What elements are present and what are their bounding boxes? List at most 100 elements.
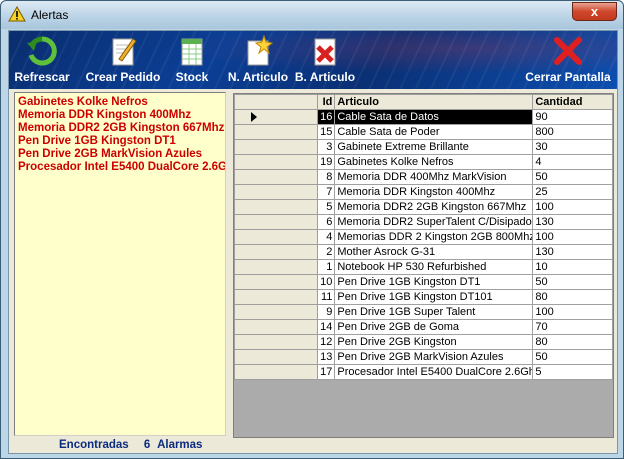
cell-articulo[interactable]: Pen Drive 2GB MarkVision Azules xyxy=(334,349,534,365)
cell-cantidad[interactable]: 70 xyxy=(532,319,613,335)
row-selector[interactable] xyxy=(234,109,319,125)
cell-id[interactable]: 13 xyxy=(317,349,336,365)
table-row[interactable]: 10 Pen Drive 1GB Kingston DT1 50 xyxy=(234,274,613,290)
table-row[interactable]: 3 Gabinete Extreme Brillante 30 xyxy=(234,139,613,155)
table-row[interactable]: 4 Memorias DDR 2 Kingston 2GB 800Mhz 100 xyxy=(234,229,613,245)
row-selector[interactable] xyxy=(234,319,319,335)
cell-articulo[interactable]: Mother Asrock G-31 xyxy=(334,244,534,260)
row-selector[interactable] xyxy=(234,139,319,155)
cell-cantidad[interactable]: 50 xyxy=(532,349,613,365)
cell-articulo[interactable]: Memoria DDR Kingston 400Mhz xyxy=(334,184,534,200)
table-row[interactable]: 13 Pen Drive 2GB MarkVision Azules 50 xyxy=(234,349,613,365)
cell-cantidad[interactable]: 100 xyxy=(532,229,613,245)
cell-cantidad[interactable]: 10 xyxy=(532,259,613,275)
cell-articulo[interactable]: Cable Sata de Datos xyxy=(334,109,534,125)
cell-articulo[interactable]: Pen Drive 2GB de Goma xyxy=(334,319,534,335)
cell-id[interactable]: 11 xyxy=(317,289,336,305)
row-selector[interactable] xyxy=(234,154,319,170)
cell-articulo[interactable]: Pen Drive 2GB Kingston xyxy=(334,334,534,350)
column-header-articulo[interactable]: Articulo xyxy=(334,94,534,110)
alert-item[interactable]: Pen Drive 1GB Kingston DT1 xyxy=(15,135,225,148)
cell-id[interactable]: 7 xyxy=(317,184,336,200)
alert-item[interactable]: Memoria DDR Kingston 400Mhz xyxy=(15,109,225,122)
refresh-button[interactable]: Refrescar xyxy=(11,33,73,87)
row-selector[interactable] xyxy=(234,244,319,260)
alert-item[interactable]: Memoria DDR2 2GB Kingston 667Mhz xyxy=(15,122,225,135)
delete-item-button[interactable]: B. Articulo xyxy=(293,33,357,87)
row-selector[interactable] xyxy=(234,274,319,290)
cell-articulo[interactable]: Pen Drive 1GB Kingston DT101 xyxy=(334,289,534,305)
cell-id[interactable]: 12 xyxy=(317,334,336,350)
cell-articulo[interactable]: Gabinetes Kolke Nefros xyxy=(334,154,534,170)
cell-id[interactable]: 9 xyxy=(317,304,336,320)
cell-cantidad[interactable]: 4 xyxy=(532,154,613,170)
table-row[interactable]: 17 Procesador Intel E5400 DualCore 2.6Ghz… xyxy=(234,364,613,380)
table-row[interactable]: 7 Memoria DDR Kingston 400Mhz 25 xyxy=(234,184,613,200)
cell-articulo[interactable]: Notebook HP 530 Refurbished xyxy=(334,259,534,275)
new-item-button[interactable]: N. Articulo xyxy=(225,33,291,87)
cell-id[interactable]: 4 xyxy=(317,229,336,245)
cell-articulo[interactable]: Memorias DDR 2 Kingston 2GB 800Mhz xyxy=(334,229,534,245)
table-row[interactable]: 2 Mother Asrock G-31 130 xyxy=(234,244,613,260)
cell-articulo[interactable]: Gabinete Extreme Brillante xyxy=(334,139,534,155)
stock-button[interactable]: Stock xyxy=(171,33,213,87)
cell-articulo[interactable]: Pen Drive 1GB Super Talent xyxy=(334,304,534,320)
row-selector[interactable] xyxy=(234,259,319,275)
cell-id[interactable]: 1 xyxy=(317,259,336,275)
cell-cantidad[interactable]: 50 xyxy=(532,274,613,290)
table-row[interactable]: 12 Pen Drive 2GB Kingston 80 xyxy=(234,334,613,350)
cell-cantidad[interactable]: 50 xyxy=(532,169,613,185)
cell-id[interactable]: 16 xyxy=(317,109,336,125)
row-selector[interactable] xyxy=(234,169,319,185)
cell-cantidad[interactable]: 30 xyxy=(532,139,613,155)
cell-id[interactable]: 10 xyxy=(317,274,336,290)
row-selector[interactable] xyxy=(234,334,319,350)
cell-cantidad[interactable]: 25 xyxy=(532,184,613,200)
row-selector[interactable] xyxy=(234,184,319,200)
close-screen-button[interactable]: Cerrar Pantalla xyxy=(523,33,613,87)
cell-id[interactable]: 3 xyxy=(317,139,336,155)
row-selector[interactable] xyxy=(234,289,319,305)
cell-cantidad[interactable]: 100 xyxy=(532,304,613,320)
cell-articulo[interactable]: Memoria DDR2 2GB Kingston 667Mhz xyxy=(334,199,534,215)
column-header-cantidad[interactable]: Cantidad xyxy=(532,94,613,110)
title-bar[interactable]: Alertas x xyxy=(1,1,623,29)
cell-id[interactable]: 15 xyxy=(317,124,336,140)
cell-articulo[interactable]: Cable Sata de Poder xyxy=(334,124,534,140)
cell-cantidad[interactable]: 100 xyxy=(532,199,613,215)
row-selector[interactable] xyxy=(234,349,319,365)
cell-articulo[interactable]: Pen Drive 1GB Kingston DT1 xyxy=(334,274,534,290)
table-row[interactable]: 1 Notebook HP 530 Refurbished 10 xyxy=(234,259,613,275)
cell-cantidad[interactable]: 5 xyxy=(532,364,613,380)
table-row[interactable]: 16 Cable Sata de Datos 90 xyxy=(234,109,613,125)
table-row[interactable]: 14 Pen Drive 2GB de Goma 70 xyxy=(234,319,613,335)
table-row[interactable]: 8 Memoria DDR 400Mhz MarkVision 50 xyxy=(234,169,613,185)
cell-id[interactable]: 2 xyxy=(317,244,336,260)
column-header-id[interactable]: Id xyxy=(317,94,336,110)
cell-id[interactable]: 6 xyxy=(317,214,336,230)
table-row[interactable]: 15 Cable Sata de Poder 800 xyxy=(234,124,613,140)
cell-articulo[interactable]: Memoria DDR 400Mhz MarkVision xyxy=(334,169,534,185)
cell-cantidad[interactable]: 80 xyxy=(532,334,613,350)
row-selector[interactable] xyxy=(234,364,319,380)
cell-cantidad[interactable]: 90 xyxy=(532,109,613,125)
alert-item[interactable]: Pen Drive 2GB MarkVision Azules xyxy=(15,148,225,161)
cell-cantidad[interactable]: 800 xyxy=(532,124,613,140)
cell-id[interactable]: 19 xyxy=(317,154,336,170)
table-row[interactable]: 5 Memoria DDR2 2GB Kingston 667Mhz 100 xyxy=(234,199,613,215)
cell-cantidad[interactable]: 80 xyxy=(532,289,613,305)
table-row[interactable]: 19 Gabinetes Kolke Nefros 4 xyxy=(234,154,613,170)
window-close-button[interactable]: x xyxy=(572,2,617,21)
table-row[interactable]: 9 Pen Drive 1GB Super Talent 100 xyxy=(234,304,613,320)
table-row[interactable]: 11 Pen Drive 1GB Kingston DT101 80 xyxy=(234,289,613,305)
cell-articulo[interactable]: Memoria DDR2 SuperTalent C/Disipador xyxy=(334,214,534,230)
cell-articulo[interactable]: Procesador Intel E5400 DualCore 2.6Ghz xyxy=(334,364,534,380)
articles-grid[interactable]: Id Articulo Cantidad 16 Cable Sata de Dat… xyxy=(233,93,614,438)
row-selector[interactable] xyxy=(234,199,319,215)
alert-item[interactable]: Gabinetes Kolke Nefros xyxy=(15,96,225,109)
row-selector[interactable] xyxy=(234,124,319,140)
cell-id[interactable]: 14 xyxy=(317,319,336,335)
cell-id[interactable]: 8 xyxy=(317,169,336,185)
alert-item[interactable]: Procesador Intel E5400 DualCore 2.6Ghz xyxy=(15,161,225,174)
cell-id[interactable]: 5 xyxy=(317,199,336,215)
